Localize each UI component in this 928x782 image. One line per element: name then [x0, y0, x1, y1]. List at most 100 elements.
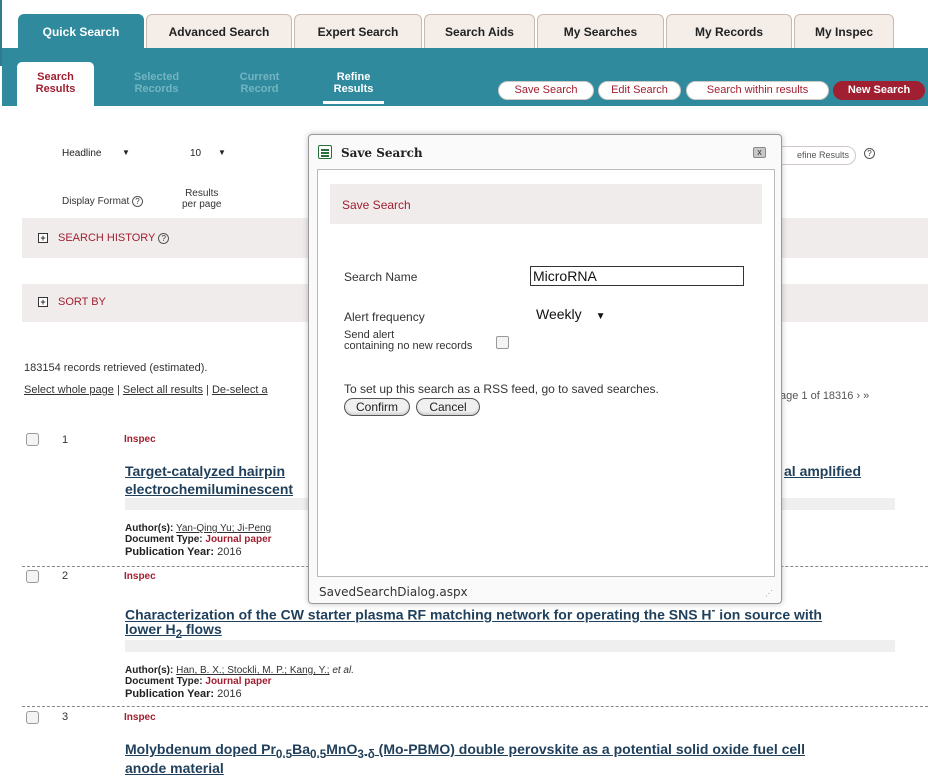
result-checkbox[interactable] [26, 711, 39, 724]
help-icon[interactable]: ? [158, 233, 170, 244]
subtab-label: Selected [133, 71, 180, 83]
search-name-input[interactable] [530, 266, 744, 286]
subtab-label: Search [37, 71, 74, 83]
pagination[interactable]: age 1 of 18316 › » [780, 390, 869, 402]
doctype-value: Journal paper [205, 676, 272, 687]
author-link[interactable]: Yan-Qing Yu; Ji-Peng [176, 523, 271, 534]
meta-label: Publication Year: [125, 688, 215, 700]
tab-advanced-search[interactable]: Advanced Search [146, 14, 292, 48]
help-icon[interactable]: ? [132, 196, 144, 207]
result-title-link[interactable]: al amplified [784, 462, 861, 480]
subtab-label: Results [35, 83, 76, 95]
select-whole-page-link[interactable]: Select whole page [24, 384, 114, 396]
result-title-link[interactable]: Target-catalyzed hairpin [125, 462, 285, 480]
doctype-value: Journal paper [205, 534, 272, 545]
dialog-section-title: Save Search [342, 198, 411, 212]
meta-label: Document Type: [125, 534, 203, 545]
title-sub: 3-δ [357, 747, 375, 761]
year-value: 2016 [217, 546, 242, 558]
tab-my-searches[interactable]: My Searches [537, 14, 664, 48]
subtab-search-results[interactable]: Search Results [17, 62, 94, 106]
dialog-title: Save Search [341, 146, 423, 160]
tab-my-inspec[interactable]: My Inspec [794, 14, 894, 48]
label-text: containing no new records [344, 340, 473, 352]
result-title-link[interactable]: Molybdenum doped Pr0.5Ba0.5MnO3-δ (Mo-PB… [125, 740, 805, 764]
tab-search-aids[interactable]: Search Aids [424, 14, 535, 48]
author-link[interactable]: Han, B. X.; Stockli, M. P.; Kang, Y.; [176, 665, 329, 676]
subtab-label: Results [333, 83, 374, 95]
meta-label: Publication Year: [125, 546, 215, 558]
alert-frequency-select[interactable]: Weekly ▼ [536, 306, 606, 322]
result-number: 3 [62, 711, 69, 723]
chevron-down-icon: ▼ [122, 148, 130, 157]
subtab-current-record[interactable]: Current Record [221, 62, 298, 106]
per-page-value: 10 [190, 148, 202, 159]
subtab-label: Record [240, 83, 279, 95]
title-text: Ba [292, 741, 311, 757]
title-text: ion source with [715, 606, 822, 623]
result-checkbox[interactable] [26, 570, 39, 583]
results-per-page-label: Results per page [182, 188, 221, 210]
results-per-page-select[interactable]: 10 ▼ [190, 148, 230, 166]
deselect-link[interactable]: De-select a [212, 384, 268, 396]
etal-text: et al. [332, 665, 354, 676]
tab-expert-search[interactable]: Expert Search [294, 14, 422, 48]
search-history-toggle[interactable]: SEARCH HISTORY ? [58, 232, 170, 244]
results-count: 183154 records retrieved (estimated). [24, 362, 208, 374]
resize-grip-icon[interactable]: ⋰ [765, 589, 773, 598]
result-number: 2 [62, 570, 69, 582]
send-alert-label: Send alert containing no new records [344, 330, 472, 352]
sort-by-toggle[interactable]: SORT BY [58, 296, 106, 308]
title-text: flows [182, 621, 222, 637]
result-number: 1 [62, 434, 69, 446]
title-text: Molybdenum doped Pr [125, 741, 276, 757]
dialog-window-icon [318, 145, 332, 159]
save-search-button[interactable]: Save Search [498, 81, 594, 100]
year-value: 2016 [217, 688, 242, 700]
result-authors: Author(s): Yan-Qing Yu; Ji-Peng [125, 524, 271, 534]
chevron-down-icon: ▼ [218, 148, 226, 157]
alert-frequency-value: Weekly [536, 306, 582, 322]
title-text: lower H [125, 621, 176, 637]
subtab-selected-records[interactable]: Selected Records [118, 62, 195, 106]
dialog-titlebar[interactable]: Save Search x [309, 135, 781, 171]
tab-quick-search[interactable]: Quick Search [18, 14, 144, 48]
result-doctype: Document Type: Journal paper [125, 677, 272, 687]
display-format-select[interactable]: Headline ▼ [62, 148, 132, 166]
result-abstract-bar [125, 640, 895, 652]
label-text: Results [185, 188, 219, 199]
send-alert-checkbox[interactable] [496, 336, 509, 349]
expand-icon[interactable]: + [38, 233, 48, 243]
subtab-refine-results[interactable]: Refine Results [315, 62, 392, 106]
cancel-button[interactable]: Cancel [416, 398, 480, 416]
result-year: Publication Year: 2016 [125, 688, 242, 700]
display-format-value: Headline [62, 148, 102, 159]
result-authors: Author(s): Han, B. X.; Stockli, M. P.; K… [125, 666, 354, 676]
search-name-label: Search Name [344, 270, 418, 284]
new-search-button[interactable]: New Search [833, 81, 925, 100]
title-sub: 0.5 [275, 747, 293, 761]
rss-info-text: To set up this search as a RSS feed, go … [344, 382, 659, 396]
result-doctype: Document Type: Journal paper [125, 535, 272, 545]
help-icon[interactable]: ? [864, 148, 875, 159]
meta-label: Author(s): [125, 665, 174, 676]
result-title-link[interactable]: anode material [125, 759, 224, 777]
label-text: per page [182, 199, 222, 210]
tab-my-records[interactable]: My Records [666, 14, 792, 48]
close-icon[interactable]: x [753, 147, 766, 158]
select-all-results-link[interactable]: Select all results [123, 384, 203, 396]
subtab-label: Current [239, 71, 280, 83]
result-title-link[interactable]: electrochemiluminescent [125, 480, 293, 498]
dialog-section-header: Save Search [330, 184, 762, 224]
subtab-label: Records [134, 83, 179, 95]
label-text: Display Format [62, 196, 130, 207]
result-title-link[interactable]: Characterization of the CW starter plasm… [125, 602, 822, 624]
result-checkbox[interactable] [26, 433, 39, 446]
expand-icon[interactable]: + [38, 297, 48, 307]
chevron-down-icon: ▼ [595, 311, 606, 322]
confirm-button[interactable]: Confirm [344, 398, 410, 416]
search-within-results-button[interactable]: Search within results [686, 81, 829, 100]
edit-search-button[interactable]: Edit Search [598, 81, 681, 100]
database-label: Inspec [124, 712, 156, 723]
section-label: SEARCH HISTORY [58, 232, 156, 244]
